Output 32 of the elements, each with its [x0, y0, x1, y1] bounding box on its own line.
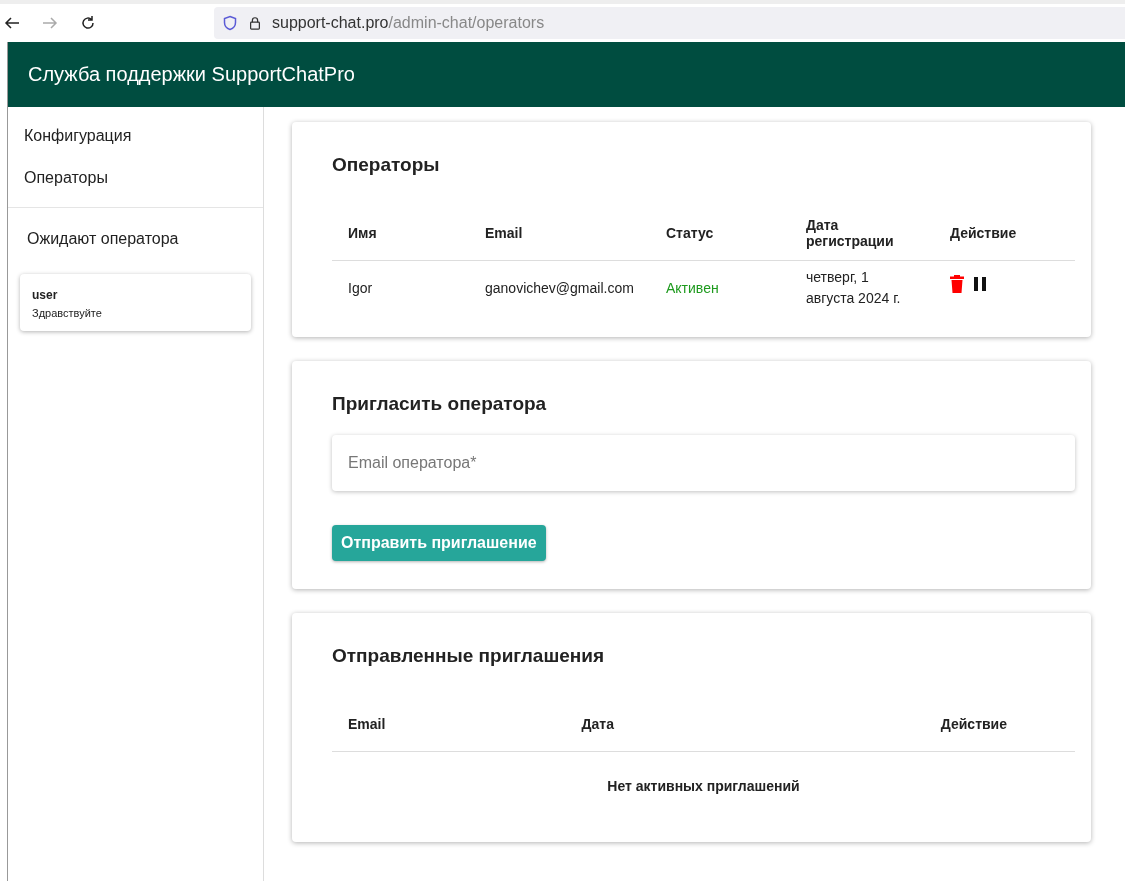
url-text: support-chat.pro/admin-chat/operators	[272, 14, 545, 32]
column-header: Email	[332, 697, 514, 752]
card-title: Операторы	[332, 154, 441, 176]
chat-message: Здравствуйте	[32, 307, 103, 319]
address-bar[interactable]: support-chat.pro/admin-chat/operators	[214, 7, 1125, 39]
back-icon[interactable]	[4, 15, 20, 31]
nav-item[interactable]: Конфигурация	[8, 115, 263, 157]
app-title: Служба поддержки SupportChatPro	[28, 63, 355, 86]
shield-icon	[222, 15, 238, 31]
table-cell: четверг, 1 августа 2024 г.	[790, 260, 934, 315]
card-title: Отправленные приглашения	[332, 645, 606, 667]
table-cell: Активен	[650, 260, 790, 315]
card-title: Пригласить оператора	[332, 393, 548, 415]
delete-icon[interactable]	[950, 275, 964, 293]
column-header: Дата регистрации	[790, 206, 934, 261]
section-title: Ожидают оператора	[26, 229, 180, 249]
table-cell: ganovichev@gmail.com	[469, 260, 650, 315]
email-input-field[interactable]: Email оператора*	[332, 435, 1075, 491]
lock-icon	[248, 15, 262, 31]
column-header: Действие	[682, 697, 1075, 752]
column-header: Email	[469, 206, 650, 261]
column-header: Дата	[513, 697, 682, 752]
chat-user-name: user	[32, 288, 59, 302]
reload-icon[interactable]	[80, 15, 96, 31]
pause-icon[interactable]	[974, 277, 986, 291]
table-cell: Igor	[332, 260, 469, 315]
chat-card[interactable]: user Здравствуйте	[20, 274, 251, 331]
nav-item[interactable]: Операторы	[8, 157, 263, 199]
column-header: Действие	[934, 206, 1075, 261]
column-header: Статус	[650, 206, 790, 261]
empty-message: Нет активных приглашений	[607, 778, 800, 794]
column-header: Имя	[332, 206, 469, 261]
